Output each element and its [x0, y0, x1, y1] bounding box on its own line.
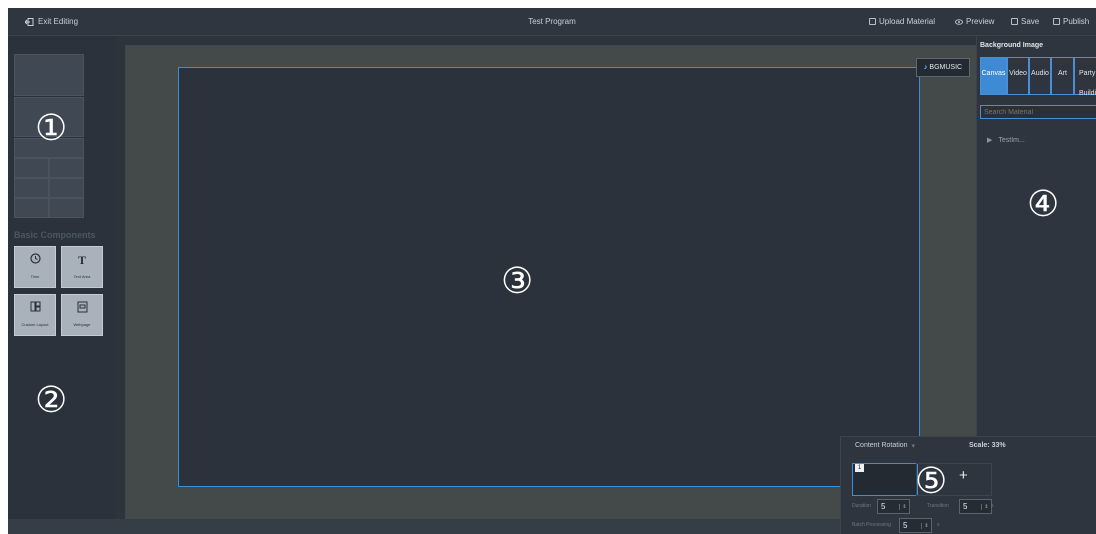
- layout-template[interactable]: [49, 198, 84, 218]
- callout-badge-4: ④: [1027, 183, 1060, 224]
- upload-material-button[interactable]: Upload Material: [869, 17, 935, 26]
- duration-stepper[interactable]: 5 ⇕: [877, 499, 910, 514]
- upload-material-label: Upload Material: [879, 17, 936, 26]
- scale-label: Scale:: [969, 442, 990, 449]
- top-bar: Exit Editing Test Program Upload Materia…: [8, 8, 1096, 36]
- program-canvas[interactable]: ③: [178, 67, 920, 487]
- tree-item-label: TestIm...: [998, 136, 1025, 144]
- layout-icon: [15, 301, 55, 315]
- stepper-arrows-icon[interactable]: ⇕: [921, 522, 931, 529]
- music-note-icon: ♪: [923, 64, 928, 71]
- save-button[interactable]: Save: [1011, 17, 1039, 26]
- batch-processing-label: Batch Processing: [852, 522, 891, 528]
- eye-icon: [955, 18, 963, 25]
- preview-button[interactable]: Preview: [955, 17, 994, 26]
- left-panel: Basic Components Time T Text Area Custom…: [8, 36, 116, 514]
- upload-icon: [869, 18, 876, 25]
- content-rotation-label: Content Rotation: [855, 442, 908, 449]
- clock-icon: [15, 253, 55, 267]
- layout-template[interactable]: [14, 198, 49, 218]
- callout-badge-3: ③: [501, 260, 534, 301]
- seconds-unit: s: [991, 503, 994, 509]
- publish-icon: [1053, 18, 1060, 25]
- webpage-icon: [62, 301, 102, 316]
- tab-party-building[interactable]: Party Building: [1074, 57, 1096, 97]
- scale-value: 33%: [991, 442, 1006, 449]
- layout-template[interactable]: [49, 158, 84, 178]
- transition-value: 5: [963, 502, 968, 511]
- bgmusic-button[interactable]: ♪ BGMUSIC: [916, 58, 970, 77]
- material-tree-item[interactable]: ▶ TestIm...: [987, 136, 1025, 145]
- tab-video[interactable]: Video: [1007, 57, 1029, 95]
- triangle-right-icon: ▶: [987, 137, 993, 144]
- plus-icon[interactable]: +: [959, 467, 968, 484]
- search-material-input[interactable]: [980, 105, 1096, 119]
- background-image-title: Background Image: [980, 42, 1044, 49]
- layout-template[interactable]: [14, 54, 84, 96]
- stepper-arrows-icon[interactable]: ⇕: [899, 503, 909, 510]
- bgmusic-label: BGMUSIC: [929, 64, 963, 71]
- save-label: Save: [1021, 17, 1040, 26]
- tab-canvas[interactable]: Canvas: [980, 57, 1007, 95]
- stepper-arrows-icon[interactable]: ⇕: [981, 503, 991, 510]
- transition-stepper[interactable]: 5 ⇕: [959, 499, 992, 514]
- tab-audio[interactable]: Audio: [1029, 57, 1051, 95]
- duration-label: Duration: [852, 503, 871, 509]
- seconds-unit: s: [937, 522, 940, 528]
- batch-processing-stepper[interactable]: 5 ⇕: [899, 518, 932, 533]
- publish-button[interactable]: Publish: [1053, 17, 1089, 26]
- scale-readout: Scale: 33%: [969, 442, 1006, 449]
- batch-value: 5: [903, 521, 908, 530]
- rotation-item-thumbnail[interactable]: 1: [852, 463, 918, 496]
- tab-art[interactable]: Art: [1051, 57, 1074, 95]
- thumbnail-number: 1: [855, 464, 864, 472]
- transition-label: Transition: [927, 503, 949, 509]
- custom-layout-label: Custom Layout: [21, 322, 49, 327]
- text-area-label: Text Area: [73, 274, 91, 279]
- text-area-component[interactable]: T Text Area: [61, 246, 103, 288]
- editor-app: Exit Editing Test Program Upload Materia…: [8, 8, 1096, 534]
- horizontal-ruler: [116, 36, 976, 46]
- callout-badge-5: ⑤: [915, 460, 948, 501]
- time-label: Time: [30, 274, 40, 279]
- callout-badge-2: ②: [35, 379, 68, 420]
- layout-template[interactable]: [49, 178, 84, 198]
- basic-components-title: Basic Components: [14, 230, 96, 240]
- callout-badge-1: ①: [35, 107, 68, 148]
- preview-label: Preview: [966, 17, 995, 26]
- layout-template[interactable]: [14, 158, 49, 178]
- webpage-label: Webpage: [73, 322, 91, 327]
- publish-label: Publish: [1063, 17, 1090, 26]
- layout-template[interactable]: [14, 178, 49, 198]
- time-component[interactable]: Time: [14, 246, 56, 288]
- webpage-component[interactable]: Webpage: [61, 294, 103, 336]
- text-icon: T: [77, 253, 86, 267]
- save-icon: [1011, 18, 1018, 25]
- vertical-ruler: [116, 45, 126, 534]
- custom-layout-component[interactable]: Custom Layout: [14, 294, 56, 336]
- content-rotation-panel: Content Rotation ▾ Scale: 33% 1 + Durati…: [840, 436, 1096, 534]
- duration-value: 5: [881, 502, 886, 511]
- content-rotation-dropdown[interactable]: Content Rotation ▾: [855, 442, 915, 450]
- chevron-down-icon: ▾: [911, 443, 916, 450]
